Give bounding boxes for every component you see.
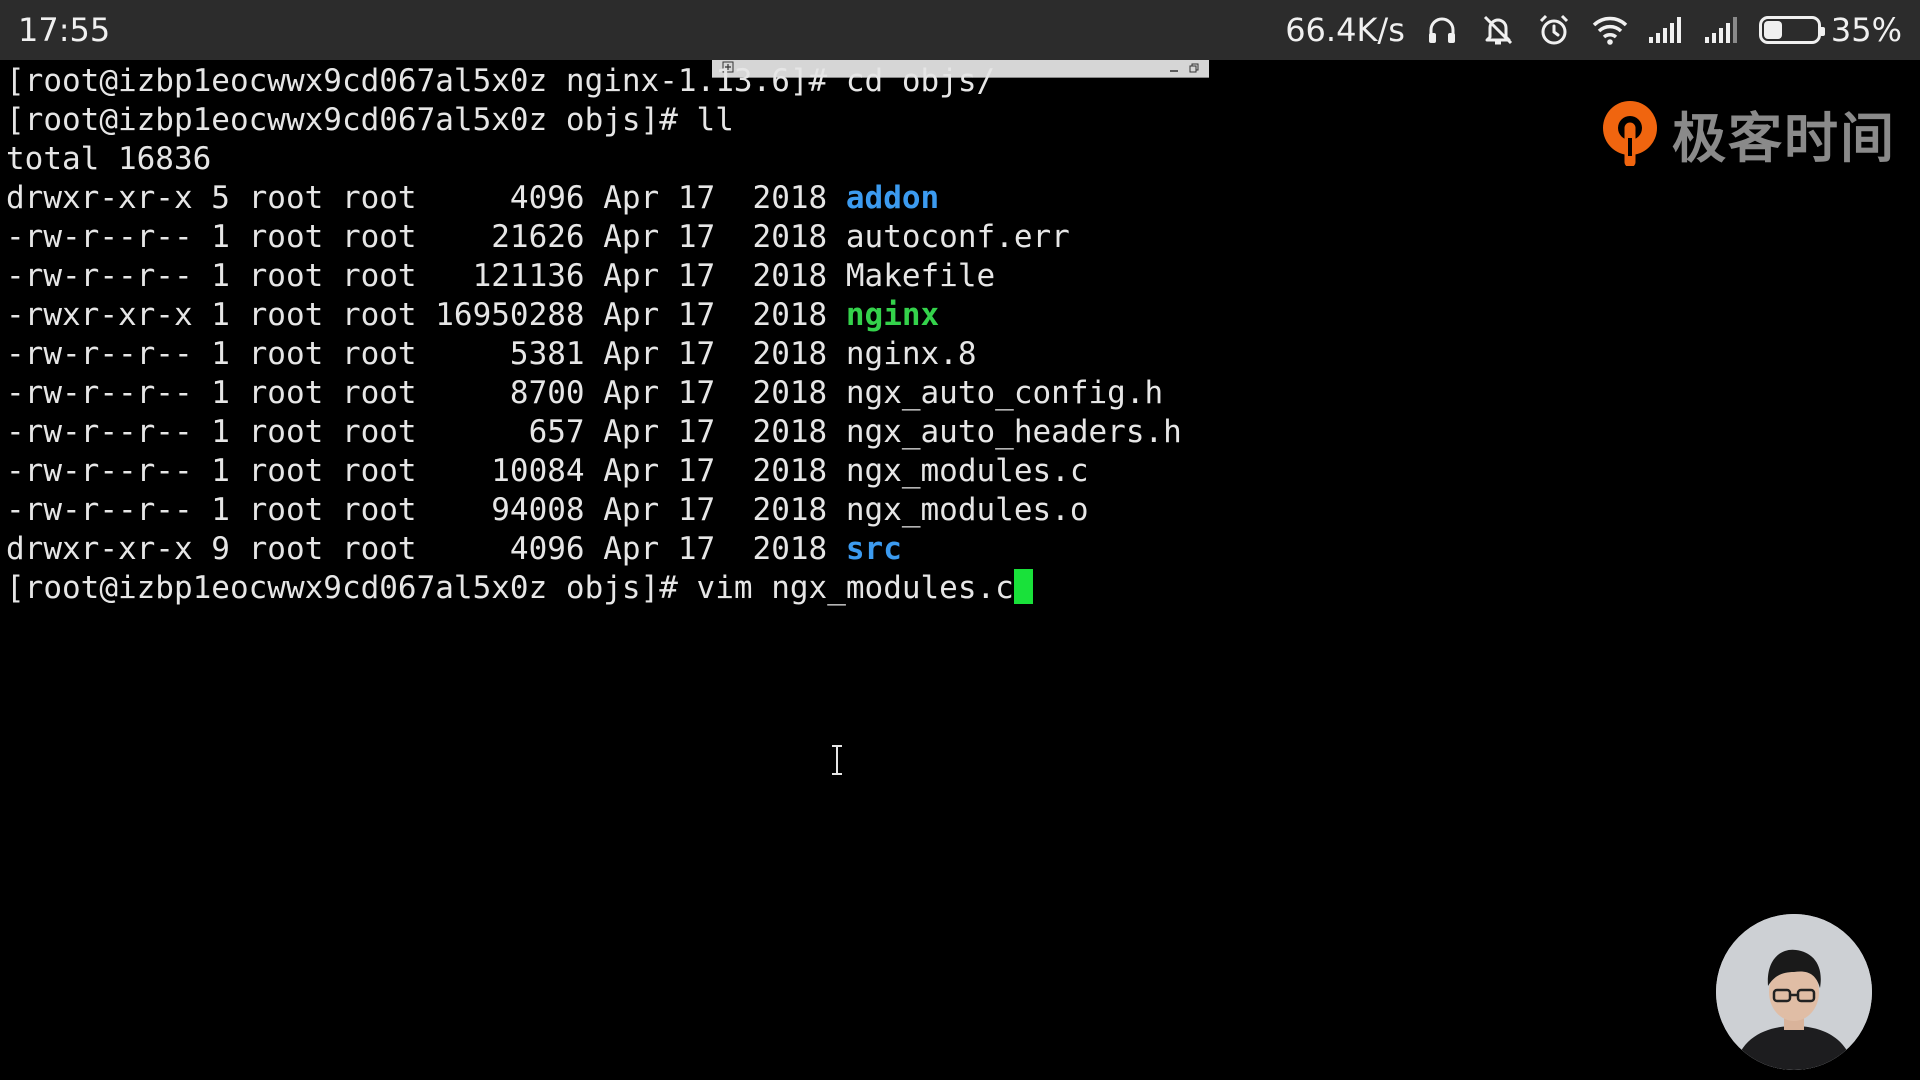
- terminal-line: -rw-r--r-- 1 root root 94008 Apr 17 2018…: [6, 491, 1586, 530]
- terminal-line: -rw-r--r-- 1 root root 5381 Apr 17 2018 …: [6, 335, 1586, 374]
- terminal-line: -rw-r--r-- 1 root root 121136 Apr 17 201…: [6, 257, 1586, 296]
- battery-indicator: 35%: [1758, 11, 1902, 49]
- terminal-line: -rwxr-xr-x 1 root root 16950288 Apr 17 2…: [6, 296, 1586, 335]
- terminal-line: drwxr-xr-x 5 root root 4096 Apr 17 2018 …: [6, 179, 1586, 218]
- status-bar: 17:55 66.4K/s 35%: [0, 0, 1920, 60]
- terminal-text: -rw-r--r-- 1 root root 5381 Apr 17 2018 …: [6, 336, 977, 372]
- geektime-logo: 极客时间: [1598, 94, 1896, 173]
- network-speed: 66.4K/s: [1285, 11, 1405, 49]
- terminal-cursor: [1013, 569, 1033, 604]
- terminal-line: total 16836: [6, 140, 1586, 179]
- executable-name: nginx: [845, 297, 940, 333]
- status-indicators: 66.4K/s 35%: [1285, 11, 1902, 49]
- text-cursor-icon: [830, 745, 844, 775]
- logo-text: 极客时间: [1672, 107, 1896, 170]
- terminal-text: -rw-r--r-- 1 root root 94008 Apr 17 2018…: [6, 492, 1089, 528]
- terminal-text: -rwxr-xr-x 1 root root 16950288 Apr 17 2…: [6, 297, 846, 333]
- terminal-line: [root@izbp1eocwwx9cd067al5x0z nginx-1.13…: [6, 62, 1586, 101]
- terminal-text: -rw-r--r-- 1 root root 8700 Apr 17 2018 …: [6, 375, 1164, 411]
- status-time: 17:55: [18, 11, 111, 49]
- headphones-icon: [1423, 11, 1461, 49]
- terminal-text: drwxr-xr-x 9 root root 4096 Apr 17 2018: [6, 531, 846, 567]
- terminal-text: -rw-r--r-- 1 root root 121136 Apr 17 201…: [6, 258, 996, 294]
- terminal-text: -rw-r--r-- 1 root root 657 Apr 17 2018 n…: [6, 414, 1182, 450]
- terminal-text: [root@izbp1eocwwx9cd067al5x0z nginx-1.13…: [6, 63, 996, 99]
- signal-icon-secondary: [1703, 11, 1741, 49]
- terminal-text: drwxr-xr-x 5 root root 4096 Apr 17 2018: [6, 180, 846, 216]
- mute-bell-icon: [1479, 11, 1517, 49]
- terminal-line: drwxr-xr-x 9 root root 4096 Apr 17 2018 …: [6, 530, 1586, 569]
- alarm-icon: [1535, 11, 1573, 49]
- battery-icon: [1758, 16, 1825, 44]
- geektime-logo-icon: [1598, 98, 1662, 170]
- terminal-output[interactable]: [root@izbp1eocwwx9cd067al5x0z nginx-1.13…: [6, 62, 1586, 608]
- battery-percent: 35%: [1830, 11, 1902, 49]
- wifi-icon: [1591, 11, 1629, 49]
- presenter-webcam-avatar: [1716, 914, 1872, 1070]
- battery-fill: [1763, 21, 1783, 39]
- directory-name: src: [845, 531, 902, 567]
- terminal-text: [root@izbp1eocwwx9cd067al5x0z objs]# ll: [6, 102, 734, 138]
- terminal-line: -rw-r--r-- 1 root root 10084 Apr 17 2018…: [6, 452, 1586, 491]
- terminal-text: -rw-r--r-- 1 root root 21626 Apr 17 2018…: [6, 219, 1070, 255]
- terminal-text: -rw-r--r-- 1 root root 10084 Apr 17 2018…: [6, 453, 1089, 489]
- directory-name: addon: [845, 180, 940, 216]
- terminal-text: [root@izbp1eocwwx9cd067al5x0z objs]# vim…: [6, 570, 1014, 606]
- terminal-text: total 16836: [6, 141, 212, 177]
- signal-icon: [1647, 11, 1685, 49]
- terminal-line: -rw-r--r-- 1 root root 8700 Apr 17 2018 …: [6, 374, 1586, 413]
- terminal-line: [root@izbp1eocwwx9cd067al5x0z objs]# ll: [6, 101, 1586, 140]
- terminal-line: -rw-r--r-- 1 root root 21626 Apr 17 2018…: [6, 218, 1586, 257]
- terminal-line: [root@izbp1eocwwx9cd067al5x0z objs]# vim…: [6, 569, 1586, 608]
- terminal-line: -rw-r--r-- 1 root root 657 Apr 17 2018 n…: [6, 413, 1586, 452]
